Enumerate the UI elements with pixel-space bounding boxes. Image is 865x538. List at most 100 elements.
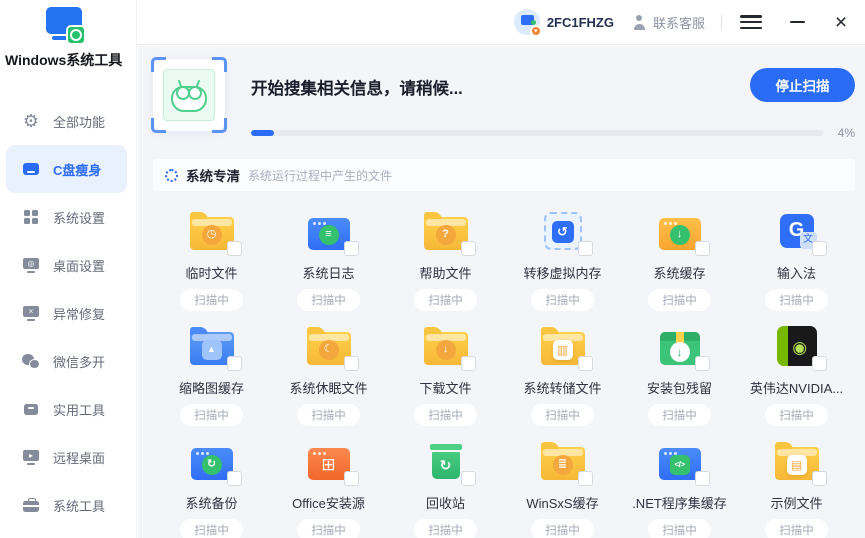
loading-spinner-icon <box>165 169 178 182</box>
item-label: 系统转储文件 <box>523 378 601 397</box>
item-label: 帮助文件 <box>419 263 471 282</box>
cleanup-item[interactable]: ▥ 系统转储文件 扫描中 <box>504 311 621 426</box>
scan-status-badge: 扫描中 <box>297 519 360 538</box>
sidebar-item-label: 实用工具 <box>53 400 105 419</box>
sidebar-item-desktop-settings[interactable]: ◎ 桌面设置 <box>0 241 136 289</box>
scan-status-badge: 扫描中 <box>180 289 243 311</box>
remote-desktop-icon: ▸ <box>22 449 40 465</box>
desktop-settings-icon: ◎ <box>22 257 40 273</box>
item-checkbox[interactable] <box>227 241 242 256</box>
scan-status-badge: 扫描中 <box>297 289 360 311</box>
item-checkbox[interactable] <box>227 356 242 371</box>
system-tools-icon <box>22 497 40 513</box>
item-checkbox[interactable] <box>461 356 476 371</box>
sidebar-item-system-settings[interactable]: 系统设置 <box>0 193 136 241</box>
sidebar-item-c-drive-slim[interactable]: C盘瘦身 <box>6 145 127 193</box>
sidebar-item-remote-desktop[interactable]: ▸ 远程桌面 <box>0 433 136 481</box>
scan-status-badge: 扫描中 <box>765 404 828 426</box>
cleanup-item[interactable]: ↓ 系统缓存 扫描中 <box>621 196 738 311</box>
package-leftover-icon: ↓ <box>660 332 700 365</box>
menu-icon[interactable] <box>740 14 762 30</box>
cleanup-item[interactable]: ◉ 英伟达NVIDIA... 扫描中 <box>738 311 855 426</box>
cleanup-item[interactable]: ◷ 临时文件 扫描中 <box>153 196 270 311</box>
cleanup-item[interactable]: G文 输入法 扫描中 <box>738 196 855 311</box>
item-label: Office安装源 <box>292 493 365 512</box>
scan-status-badge: 扫描中 <box>765 519 828 538</box>
sidebar-item-utility-tools[interactable]: 实用工具 <box>0 385 136 433</box>
item-checkbox[interactable] <box>695 356 710 371</box>
cleanup-item[interactable]: ☾ 系统休眠文件 扫描中 <box>270 311 387 426</box>
scan-status-badge: 扫描中 <box>765 289 828 311</box>
item-label: 英伟达NVIDIA... <box>750 378 843 397</box>
cleanup-item[interactable]: ↓ 安装包残留 扫描中 <box>621 311 738 426</box>
item-checkbox[interactable] <box>461 241 476 256</box>
cleanup-item[interactable]: </> .NET程序集缓存 扫描中 <box>621 426 738 538</box>
scan-status-badge: 扫描中 <box>648 404 711 426</box>
sidebar-item-label: 系统工具 <box>53 496 105 515</box>
minimize-button[interactable] <box>788 13 806 31</box>
item-label: 缩略图缓存 <box>179 378 244 397</box>
sidebar-item-wechat-multi[interactable]: 微信多开 <box>0 337 136 385</box>
scan-status-badge: 扫描中 <box>414 519 477 538</box>
sidebar-item-label: C盘瘦身 <box>53 160 101 179</box>
cleanup-item[interactable]: ↓ 下载文件 扫描中 <box>387 311 504 426</box>
item-checkbox[interactable] <box>695 241 710 256</box>
cleanup-item[interactable]: ⊞ Office安装源 扫描中 <box>270 426 387 538</box>
item-checkbox[interactable] <box>578 356 593 371</box>
cleanup-item[interactable]: ▲ 缩略图缓存 扫描中 <box>153 311 270 426</box>
scan-status-badge: 扫描中 <box>531 404 594 426</box>
item-label: 安装包残留 <box>647 378 712 397</box>
user-avatar-icon: ▾ <box>514 9 540 35</box>
item-checkbox[interactable] <box>695 471 710 486</box>
user-id-chip[interactable]: ▾ 2FC1FHZG <box>514 9 614 35</box>
person-icon <box>632 15 647 30</box>
cleanup-item[interactable]: ? 帮助文件 扫描中 <box>387 196 504 311</box>
section-header: 系统专清 系统运行过程中产生的文件 <box>153 159 855 191</box>
cleanup-item[interactable]: ↺ 转移虚拟内存 扫描中 <box>504 196 621 311</box>
item-checkbox[interactable] <box>812 471 827 486</box>
contact-support-label: 联系客服 <box>653 13 705 32</box>
cleanup-item[interactable]: ≡ 系统日志 扫描中 <box>270 196 387 311</box>
item-checkbox[interactable] <box>344 356 359 371</box>
sidebar-item-label: 远程桌面 <box>53 448 105 467</box>
scan-banner: 开始搜集相关信息，请稍候... 停止扫描 4% <box>153 59 855 140</box>
sidebar-item-system-tools[interactable]: 系统工具 <box>0 481 136 529</box>
sidebar-item-label: 微信多开 <box>53 352 105 371</box>
sidebar-item-label: 异常修复 <box>53 304 105 323</box>
section-subtitle: 系统运行过程中产生的文件 <box>248 167 392 184</box>
sidebar: Windows系统工具 全部功能 C盘瘦身 系统设置 ◎ 桌面设置 × 异常修复… <box>0 0 137 538</box>
app-logo-icon <box>42 5 88 47</box>
item-label: 系统休眠文件 <box>289 378 367 397</box>
progress-bar <box>251 130 823 136</box>
item-checkbox[interactable] <box>578 241 593 256</box>
item-checkbox[interactable] <box>344 241 359 256</box>
cleanup-item[interactable]: ↻ 回收站 扫描中 <box>387 426 504 538</box>
sidebar-item-label: 全部功能 <box>53 112 105 131</box>
item-label: 回收站 <box>426 493 465 512</box>
user-code: 2FC1FHZG <box>547 15 614 30</box>
cleanup-item[interactable]: ≣ WinSxS缓存 扫描中 <box>504 426 621 538</box>
nvidia-icon: ◉ <box>777 326 817 366</box>
item-checkbox[interactable] <box>227 471 242 486</box>
progress-fill <box>251 130 274 136</box>
close-button[interactable]: × <box>832 13 850 31</box>
scan-status-badge: 扫描中 <box>531 289 594 311</box>
item-checkbox[interactable] <box>812 356 827 371</box>
item-checkbox[interactable] <box>578 471 593 486</box>
titlebar: ▾ 2FC1FHZG 联系客服 × <box>138 0 865 45</box>
item-label: WinSxS缓存 <box>526 493 598 512</box>
contact-support-button[interactable]: 联系客服 <box>632 13 705 32</box>
sidebar-nav: 全部功能 C盘瘦身 系统设置 ◎ 桌面设置 × 异常修复 微信多开 实用工具 ▸… <box>0 97 136 529</box>
item-checkbox[interactable] <box>344 471 359 486</box>
item-checkbox[interactable] <box>461 471 476 486</box>
cleanup-item[interactable]: ↻ 系统备份 扫描中 <box>153 426 270 538</box>
sidebar-item-all-features[interactable]: 全部功能 <box>0 97 136 145</box>
item-label: 系统日志 <box>302 263 354 282</box>
cleanup-item[interactable]: ▤ 示例文件 扫描中 <box>738 426 855 538</box>
stop-scan-button[interactable]: 停止扫描 <box>750 68 855 102</box>
titlebar-divider <box>721 15 722 30</box>
scan-status-badge: 扫描中 <box>180 519 243 538</box>
sidebar-item-error-repair[interactable]: × 异常修复 <box>0 289 136 337</box>
section-title: 系统专清 <box>186 165 240 185</box>
item-checkbox[interactable] <box>812 241 827 256</box>
